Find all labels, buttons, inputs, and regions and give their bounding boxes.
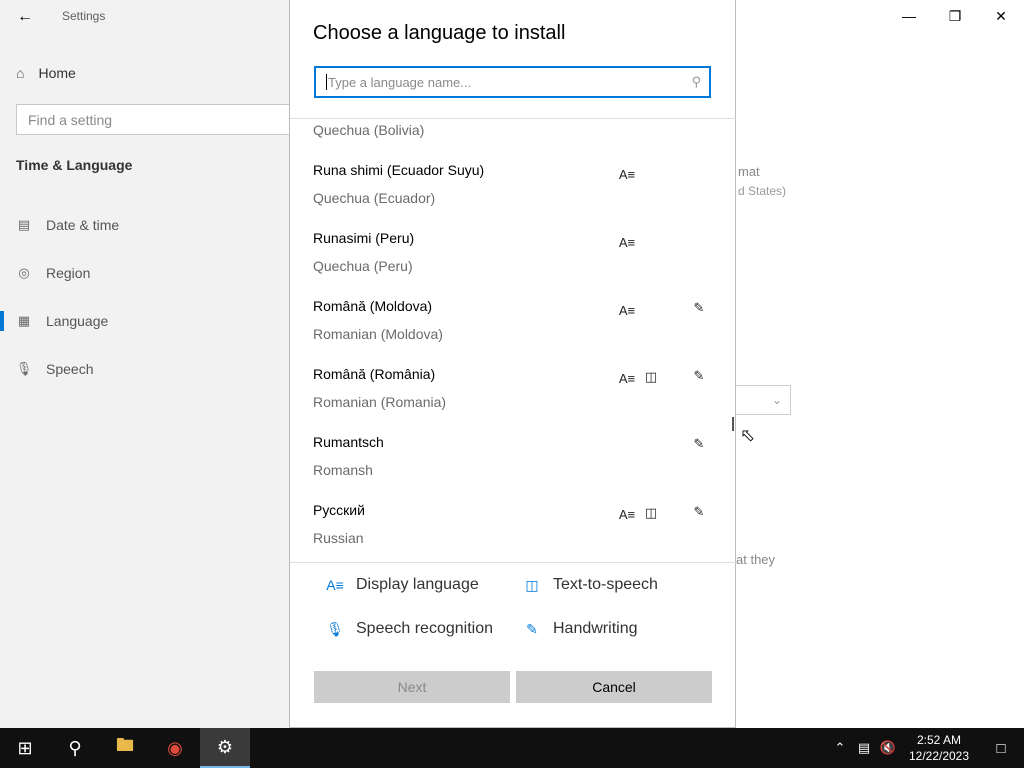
cancel-button[interactable]: Cancel (516, 671, 712, 703)
calendar-clock-icon: ▤ (17, 217, 31, 232)
display-language-icon: A≡ (618, 370, 636, 386)
legend-text-to-speech: ◫ Text-to-speech (523, 576, 658, 594)
clock[interactable]: 2:52 AM 12/22/2023 (900, 732, 978, 764)
language-search-input[interactable] (328, 74, 692, 90)
legend-label: Speech recognition (356, 620, 493, 637)
home-icon: ⌂ (16, 65, 25, 81)
windows-start-icon[interactable]: ⊞ (0, 728, 50, 768)
list-item[interactable]: Runa shimi (Ecuador Suyu) Quechua (Ecuad… (290, 162, 736, 230)
find-setting-placeholder: Find a setting (28, 111, 113, 128)
language-native-name: Русский (313, 502, 365, 518)
legend-label: Handwriting (553, 620, 638, 637)
language-list[interactable]: Quechua (Bolivia) Runa shimi (Ecuador Su… (290, 119, 736, 562)
text-to-speech-icon: ◫ (525, 576, 539, 593)
network-icon[interactable]: ▤ (852, 740, 876, 756)
language-english-name: Romansh (313, 462, 373, 478)
search-icon[interactable]: ⚲ (50, 728, 100, 768)
legend-handwriting: ✎ Handwriting (523, 620, 637, 638)
language-native-name: Runasimi (Peru) (313, 230, 415, 246)
text-caret (326, 74, 327, 90)
microphone-icon: 🎙 (15, 361, 33, 376)
display-language-icon: A≡ (618, 506, 636, 522)
list-item[interactable]: Română (România) Romanian (Romania) A≡ ◫… (290, 366, 736, 434)
background-format-label: mat (738, 164, 760, 179)
language-english-name: Quechua (Ecuador) (313, 190, 436, 206)
handwriting-icon: ✎ (693, 504, 705, 519)
nav-item-date-time[interactable]: ▤ Date & time (16, 213, 119, 237)
globe-icon: ◎ (18, 265, 30, 280)
mouse-cursor-icon: ⬁ (740, 425, 756, 445)
handwriting-icon: ✎ (693, 368, 705, 383)
display-language-icon: A≡ (618, 302, 636, 318)
back-arrow-icon[interactable]: ← (14, 6, 36, 28)
settings-sidebar: ← Settings ⌂ Home Find a setting Time & … (0, 0, 306, 728)
microphone-icon: 🎙 (326, 620, 344, 637)
language-english-name: Quechua (Peru) (313, 258, 413, 274)
text-to-speech-icon: ◫ (644, 369, 658, 384)
close-icon[interactable]: ✕ (978, 0, 1024, 32)
nav-item-label: Region (46, 265, 91, 281)
language-native-name: Română (Moldova) (313, 298, 433, 314)
handwriting-icon: ✎ (693, 300, 705, 315)
list-item[interactable]: Runasimi (Peru) Quechua (Peru) A≡ (290, 230, 736, 298)
handwriting-icon: ✎ (693, 436, 705, 451)
list-item-partial[interactable]: Quechua (Bolivia) (313, 122, 424, 138)
legend-speech-recognition: 🎙 Speech recognition (326, 620, 493, 638)
nav-selected-indicator (0, 311, 4, 331)
section-title: Time & Language (16, 157, 133, 173)
settings-gear-icon[interactable]: ⚙ (200, 728, 250, 768)
list-item[interactable]: Română (Moldova) Romanian (Moldova) A≡ ✎ (290, 298, 736, 366)
text-to-speech-icon: ◫ (644, 505, 658, 520)
clock-date: 12/22/2023 (908, 749, 970, 763)
language-english-name: Romanian (Romania) (313, 394, 447, 410)
handwriting-icon: ✎ (526, 620, 538, 637)
system-tray: ⌃ ▤ 🔇 2:52 AM 12/22/2023 □ (828, 728, 1024, 768)
list-item[interactable]: Rumantsch Romansh ✎ (290, 434, 736, 502)
nav-item-speech[interactable]: 🎙 Speech (15, 357, 94, 381)
nav-home[interactable]: ⌂ Home (16, 62, 76, 84)
legend-display-language: A≡ Display language (326, 576, 479, 594)
app-title: Settings (62, 9, 106, 23)
dialog-title: Choose a language to install (313, 22, 566, 44)
language-english-name: Romanian (Moldova) (313, 326, 443, 342)
nav-item-region[interactable]: ◎ Region (16, 261, 90, 285)
volume-muted-icon[interactable]: 🔇 (876, 740, 900, 756)
chrome-icon[interactable]: ◉ (150, 728, 200, 768)
divider (290, 562, 736, 563)
language-native-name: Română (România) (313, 366, 436, 382)
background-dropdown[interactable]: ⌄ (733, 385, 791, 415)
language-icon: ▦ (17, 313, 31, 328)
window-controls: — ❐ ✕ (886, 0, 1024, 32)
nav-item-label: Date & time (46, 217, 120, 233)
language-native-name: Rumantsch (313, 434, 384, 450)
display-language-icon: A≡ (326, 577, 344, 593)
chevron-down-icon: ⌄ (771, 393, 782, 407)
search-icon[interactable]: ⚲ (691, 74, 701, 90)
taskbar: ⊞ ⚲ 🖿 ◉ ⚙ ⌃ ▤ 🔇 2:52 AM 12/22/2023 □ (0, 728, 1024, 768)
next-button[interactable]: Next (314, 671, 510, 703)
scrollbar-thumb[interactable] (732, 417, 734, 431)
chevron-up-icon[interactable]: ⌃ (828, 740, 852, 756)
display-language-icon: A≡ (618, 166, 636, 182)
background-body-text: at they (736, 552, 776, 567)
minimize-icon[interactable]: — (886, 0, 932, 32)
legend-label: Text-to-speech (553, 576, 658, 593)
list-item[interactable]: Русский Russian A≡ ◫ ✎ (290, 502, 736, 562)
display-language-icon: A≡ (618, 234, 636, 250)
language-english-name: Russian (313, 530, 364, 546)
restore-icon[interactable]: ❐ (932, 0, 978, 32)
file-explorer-icon[interactable]: 🖿 (100, 728, 150, 768)
legend-label: Display language (356, 576, 479, 593)
background-format-sub: d States) (738, 184, 787, 198)
nav-item-label: Speech (46, 361, 94, 377)
nav-home-label: Home (38, 65, 76, 81)
clock-time: 2:52 AM (916, 733, 962, 747)
language-native-name: Runa shimi (Ecuador Suyu) (313, 162, 485, 178)
choose-language-dialog: Choose a language to install ⚲ Quechua (… (289, 0, 736, 728)
find-setting-input[interactable]: Find a setting (16, 104, 306, 135)
language-search-box[interactable]: ⚲ (314, 66, 711, 98)
nav-item-language[interactable]: ▦ Language (16, 309, 108, 333)
notification-icon[interactable]: □ (978, 740, 1024, 757)
nav-item-label: Language (46, 313, 109, 329)
